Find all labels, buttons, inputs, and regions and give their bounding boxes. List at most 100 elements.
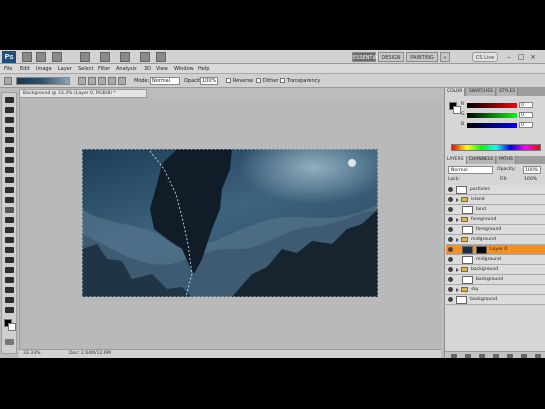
red-slider[interactable] [467, 103, 517, 108]
layers-opacity-field[interactable]: 100% [523, 166, 541, 174]
layer-thumbnail[interactable] [456, 186, 467, 194]
visibility-eye-icon[interactable] [448, 217, 453, 222]
group-expand-arrow-icon[interactable] [456, 198, 459, 202]
add-mask-icon[interactable] [479, 354, 485, 358]
rotate-view-icon[interactable] [120, 52, 130, 62]
dither-checkbox[interactable] [256, 78, 261, 83]
move-tool-icon[interactable] [5, 97, 14, 103]
arrange-documents-icon[interactable] [140, 52, 150, 62]
layer-thumbnail[interactable] [462, 226, 473, 234]
clone-stamp-tool-icon[interactable] [5, 177, 14, 183]
menu-image[interactable]: Image [36, 64, 52, 74]
layer-group-row[interactable]: midground [446, 235, 545, 245]
cs-live-button[interactable]: CS Live [472, 52, 498, 62]
layer-row[interactable]: background [446, 295, 545, 305]
group-expand-arrow-icon[interactable] [456, 268, 459, 272]
tab-layers[interactable]: LAYERS [445, 156, 467, 164]
pen-tool-icon[interactable] [5, 237, 14, 243]
green-slider[interactable] [467, 113, 517, 118]
layer-thumbnail[interactable] [462, 276, 473, 284]
zoom-tool-icon[interactable] [5, 307, 14, 313]
layer-row[interactable]: foreground [446, 225, 545, 235]
brush-tool-icon[interactable] [5, 167, 14, 173]
menu-edit[interactable]: Edit [20, 64, 30, 74]
trash-icon[interactable] [535, 354, 541, 358]
tab-channels[interactable]: CHANNELS [467, 156, 496, 164]
eyedropper-tool-icon[interactable] [5, 147, 14, 153]
new-group-icon[interactable] [507, 354, 513, 358]
visibility-eye-icon[interactable] [448, 277, 453, 282]
screen-mode-icon[interactable] [156, 52, 166, 62]
layer-thumbnail[interactable] [456, 296, 467, 304]
mode-select[interactable]: Normal [150, 77, 180, 85]
visibility-eye-icon[interactable] [448, 237, 453, 242]
reflected-gradient-icon[interactable] [108, 77, 116, 85]
menu-window[interactable]: Window [174, 64, 194, 74]
color-panel-background-swatch[interactable] [453, 106, 461, 114]
layer-group-row[interactable]: background [446, 265, 545, 275]
eraser-tool-icon[interactable] [5, 197, 14, 203]
background-color-swatch[interactable] [8, 323, 16, 331]
visibility-eye-icon[interactable] [448, 247, 453, 252]
layer-style-icon[interactable] [465, 354, 471, 358]
menu-analysis[interactable]: Analysis [116, 64, 137, 74]
gradient-tool-icon[interactable] [4, 77, 12, 85]
visibility-eye-icon[interactable] [448, 197, 453, 202]
mini-bridge-icon[interactable] [36, 52, 46, 62]
group-expand-arrow-icon[interactable] [456, 238, 459, 242]
extras-icon[interactable] [52, 52, 62, 62]
visibility-eye-icon[interactable] [448, 297, 453, 302]
visibility-eye-icon[interactable] [448, 287, 453, 292]
close-icon[interactable]: × [528, 52, 538, 62]
quick-selection-tool-icon[interactable] [5, 127, 14, 133]
gradient-picker[interactable] [16, 77, 70, 85]
menu-filter[interactable]: Filter [98, 64, 110, 74]
visibility-eye-icon[interactable] [448, 267, 453, 272]
group-expand-arrow-icon[interactable] [456, 288, 459, 292]
green-value-field[interactable]: 0 [519, 112, 533, 118]
zoom-level-icon[interactable] [80, 52, 90, 62]
gradient-tool-icon[interactable] [5, 207, 14, 213]
layer-row[interactable]: midground [446, 255, 545, 265]
blend-mode-select[interactable]: Normal [448, 166, 493, 174]
hand-tool-icon[interactable] [5, 297, 14, 303]
shape-tool-icon[interactable] [5, 267, 14, 273]
visibility-eye-icon[interactable] [448, 187, 453, 192]
crop-tool-icon[interactable] [5, 137, 14, 143]
workspace-design-button[interactable]: DESIGN [378, 52, 404, 62]
status-zoom[interactable]: 33.33% [23, 350, 41, 358]
tab-color[interactable]: COLOR [445, 88, 466, 96]
adjustment-layer-icon[interactable] [493, 354, 499, 358]
layer-thumbnail[interactable] [462, 206, 473, 214]
workspace-painting-button[interactable]: PAINTING [406, 52, 438, 62]
layer-group-row[interactable]: foreground [446, 215, 545, 225]
visibility-eye-icon[interactable] [448, 257, 453, 262]
layer-thumbnail[interactable] [462, 246, 473, 254]
layer-thumbnail[interactable] [462, 256, 473, 264]
tab-paths[interactable]: PATHS [497, 156, 516, 164]
healing-brush-tool-icon[interactable] [5, 157, 14, 163]
radial-gradient-icon[interactable] [88, 77, 96, 85]
layer-group-row[interactable]: sky [446, 285, 545, 295]
quick-mask-icon[interactable] [5, 339, 14, 345]
3d-rotate-tool-icon[interactable] [5, 277, 14, 283]
minimize-icon[interactable]: – [504, 52, 514, 62]
menu-select[interactable]: Select [78, 64, 93, 74]
maximize-icon[interactable]: □ [516, 52, 526, 62]
history-brush-tool-icon[interactable] [5, 187, 14, 193]
color-spectrum-bar[interactable] [451, 144, 541, 151]
tab-swatches[interactable]: SWATCHES [467, 88, 496, 96]
menu-layer[interactable]: Layer [58, 64, 72, 74]
menu-help[interactable]: Help [198, 64, 209, 74]
blue-value-field[interactable]: 0 [519, 122, 533, 128]
link-layers-icon[interactable] [451, 354, 457, 358]
layer-row[interactable]: particles [446, 185, 545, 195]
bridge-icon[interactable] [22, 52, 32, 62]
layer-group-row[interactable]: island [446, 195, 545, 205]
angle-gradient-icon[interactable] [98, 77, 106, 85]
group-expand-arrow-icon[interactable] [456, 218, 459, 222]
marquee-tool-icon[interactable] [5, 107, 14, 113]
fill-value[interactable]: 100% [524, 176, 537, 183]
dodge-tool-icon[interactable] [5, 227, 14, 233]
red-value-field[interactable]: 0 [519, 102, 533, 108]
